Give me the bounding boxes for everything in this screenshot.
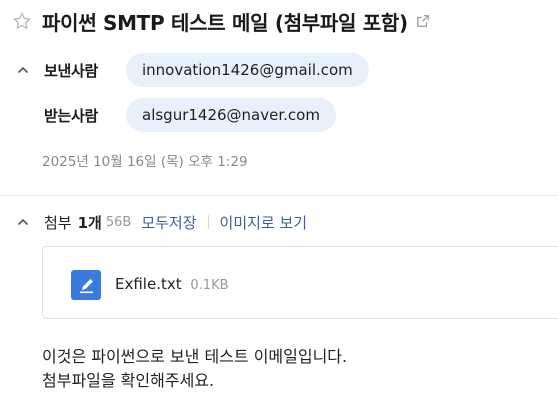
attachments-total-size: 56B (105, 214, 132, 230)
mail-subject: 파이썬 SMTP 테스트 메일 (첨부파일 포함) (42, 10, 408, 35)
divider (0, 195, 558, 196)
sender-label: 보낸사람 (44, 61, 99, 80)
recipient-label: 받는사람 (44, 106, 99, 125)
recipient-row: 받는사람 alsgur1426@naver.com (16, 98, 336, 132)
save-all-link[interactable]: 모두저장 (141, 212, 196, 233)
attachment-list: Exfile.txt 0.1KB (42, 246, 558, 319)
star-icon[interactable] (12, 11, 32, 31)
attachments-title: 첨부 (44, 213, 72, 232)
sent-date: 2025년 10월 16일 (목) 오후 1:29 (42, 154, 248, 170)
recipient-email-chip[interactable]: alsgur1426@naver.com (126, 98, 336, 132)
attachments-count: 1개 (77, 213, 102, 232)
sender-email-chip[interactable]: innovation1426@gmail.com (126, 53, 369, 87)
file-icon[interactable] (71, 270, 101, 300)
body-line: 이것은 파이썬으로 보낸 테스트 이메일입니다. (42, 347, 348, 366)
sender-row: 보낸사람 innovation1426@gmail.com (16, 53, 369, 87)
attachment-file-name[interactable]: Exfile.txt (115, 275, 182, 293)
chevron-up-icon[interactable] (16, 215, 30, 229)
subject-row: 파이썬 SMTP 테스트 메일 (첨부파일 포함) (12, 6, 430, 36)
divider (207, 215, 209, 229)
open-new-window-icon[interactable] (416, 14, 430, 28)
attachment-item[interactable]: Exfile.txt 0.1KB (115, 275, 229, 293)
body-line: 첨부파일을 확인해주세요. (42, 371, 215, 390)
mail-body: 이것은 파이썬으로 보낸 테스트 이메일입니다. 첨부파일을 확인해주세요. (42, 345, 347, 393)
attachments-header: 첨부 1개 56B 모두저장 이미지로 보기 (16, 207, 307, 237)
view-as-images-link[interactable]: 이미지로 보기 (220, 212, 308, 233)
attachment-file-size: 0.1KB (190, 278, 229, 293)
chevron-up-icon[interactable] (16, 63, 30, 77)
